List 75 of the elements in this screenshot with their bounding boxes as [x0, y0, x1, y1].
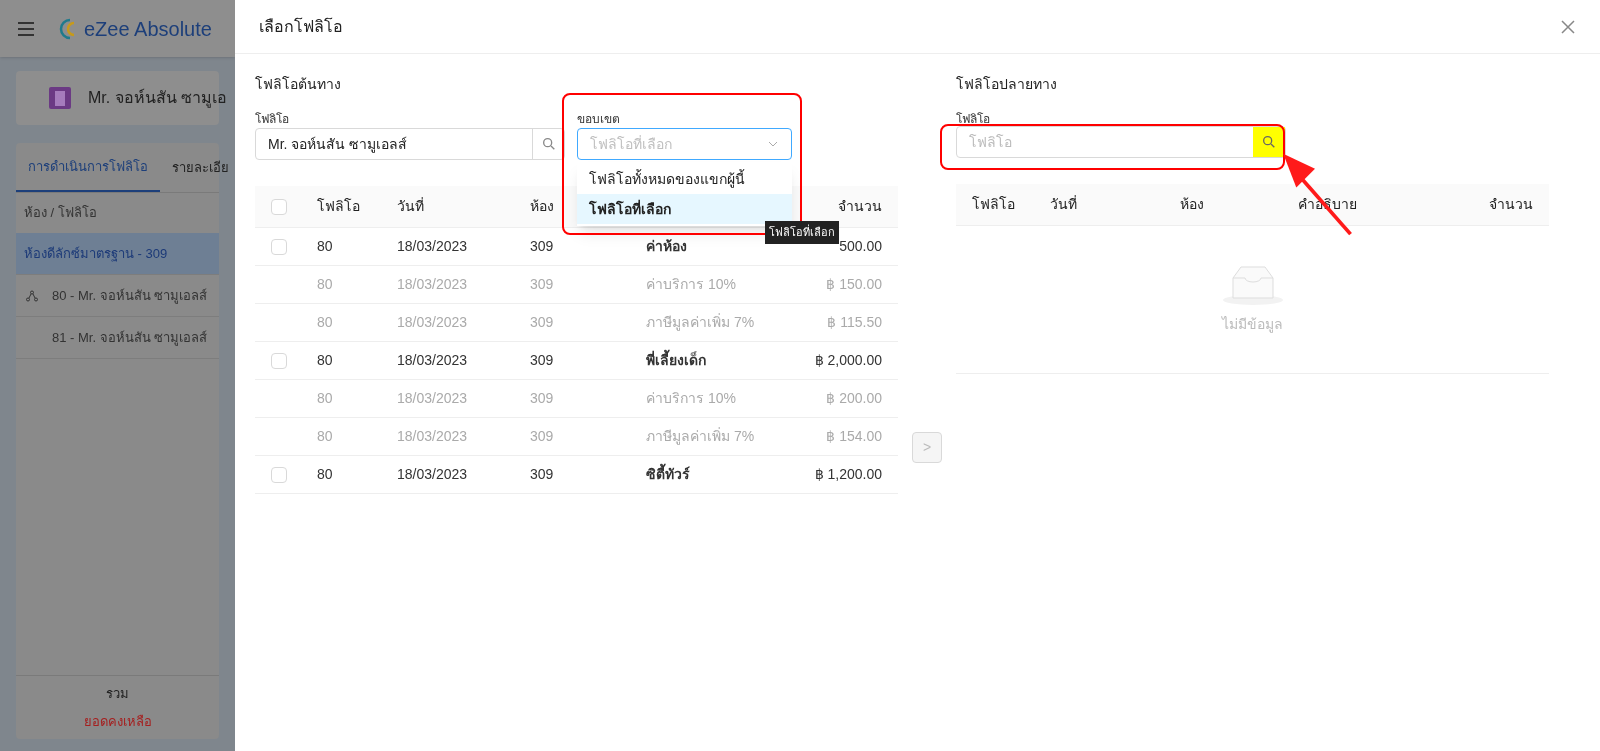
- table-cell-text: 80: [317, 465, 334, 484]
- column-header: โฟลิโอ: [972, 195, 1016, 214]
- table-cell-text: 80: [317, 389, 334, 408]
- building-icon: [48, 86, 72, 110]
- empty-text: ไม่มีข้อมูล: [1222, 315, 1283, 335]
- table-cell-text: 309: [530, 351, 555, 370]
- table-cell-text: 309: [530, 389, 555, 408]
- table-cell-text: 18/03/2023: [397, 351, 469, 370]
- folio-list-item[interactable]: 81 - Mr. จอห์นสัน ซามูเอลส์: [16, 317, 219, 359]
- table-cell-text: 18/03/2023: [397, 389, 469, 408]
- table-cell: ซิตี้ทัวร์: [646, 464, 786, 485]
- table-cell-text: 80: [317, 351, 334, 370]
- section-heading: โฟลิโอปลายทาง: [956, 75, 1058, 94]
- tooltip: โฟลิโอที่เลือก: [765, 221, 839, 244]
- table-cell-text: 18/03/2023: [397, 275, 469, 294]
- table-cell-text: 80: [317, 313, 334, 332]
- field-label: โฟลิโอ: [956, 111, 990, 126]
- folio-search-field[interactable]: โฟลิโอ: [956, 126, 1286, 158]
- dropdown-option[interactable]: โฟลิโอที่เลือก: [577, 194, 792, 224]
- folio-list-item[interactable]: ห้องดีลักซ์มาตรฐาน - 309: [16, 233, 219, 275]
- balance-label: ยอดคงเหลือ: [83, 712, 152, 731]
- total-label: รวม: [106, 685, 129, 703]
- table-cell-text: 500.00: [839, 237, 883, 256]
- field-label: ขอบเขต: [577, 111, 621, 128]
- checkbox[interactable]: [271, 198, 287, 215]
- table-cell-text: 18/03/2023: [397, 237, 469, 256]
- app-name: eZee Absolute: [84, 16, 212, 42]
- field-label: โฟลิโอ: [255, 111, 290, 128]
- table-cell-text: 18/03/2023: [397, 313, 469, 332]
- table-cell-text: ฿ 150.00: [826, 275, 883, 294]
- table-cell-text: 309: [530, 313, 555, 332]
- table-cell-text: 309: [530, 237, 555, 256]
- column-header: ห้อง: [530, 198, 554, 214]
- table-cell-text: ค่าบริการ 10%: [646, 275, 737, 294]
- table-cell-text: ฿ 200.00: [826, 389, 883, 408]
- column-header: ห้อง: [1180, 195, 1205, 214]
- table-cell-text: ฿ 154.00: [826, 427, 883, 446]
- checkbox[interactable]: [271, 238, 287, 255]
- search-button[interactable]: [1253, 127, 1285, 157]
- table-cell-text: ภาษีมูลค่าเพิ่ม 7%: [646, 426, 756, 447]
- checkbox[interactable]: [271, 466, 287, 483]
- column-header: จำนวน: [1489, 195, 1533, 214]
- tab[interactable]: รายละเอีย: [160, 143, 235, 192]
- folio-search-field[interactable]: Mr. จอห์นสัน ซามูเอลส์: [255, 128, 565, 160]
- column-header: จำนวน: [838, 197, 883, 216]
- table-cell-text: ฿ 2,000.00: [814, 351, 883, 370]
- column-header: วันที่: [397, 196, 425, 216]
- dropdown-option[interactable]: โฟลิโอทั้งหมดของแขกผู้นี้: [577, 164, 792, 194]
- table-cell-text: 80: [317, 427, 334, 446]
- checkbox[interactable]: [271, 352, 287, 369]
- table-cell-text: 309: [530, 275, 555, 294]
- table-cell-text: ภาษีมูลค่าเพิ่ม 7%: [646, 312, 756, 333]
- guest-title: Mr. จอห์นสัน ซามูเอ: [88, 87, 228, 110]
- column-header: โฟลิโอ: [317, 197, 361, 216]
- search-icon: [1261, 134, 1277, 150]
- table-cell-text: 309: [530, 465, 555, 484]
- table-cell-text: 80: [317, 237, 334, 256]
- list-header: ห้อง / โฟลิโอ: [23, 204, 98, 223]
- section-heading: โฟลิโอต้นทาง: [255, 75, 342, 94]
- table-cell-text: ฿ 115.50: [827, 313, 883, 332]
- table-cell-text: 309: [530, 427, 555, 446]
- table-cell-text: ค่าบริการ 10%: [646, 389, 737, 408]
- tab[interactable]: การดำเนินการโฟลิโอ: [16, 143, 160, 192]
- search-icon: [540, 136, 557, 152]
- close-icon[interactable]: [1560, 18, 1576, 35]
- table-cell-text: 80: [317, 275, 334, 294]
- column-header: วันที่: [1050, 194, 1078, 214]
- folio-list-item[interactable]: 80 - Mr. จอห์นสัน ซามูเอลส์: [16, 275, 219, 317]
- table-cell-text: ฿ 1,200.00: [814, 465, 883, 484]
- empty-inbox-icon: [1220, 264, 1285, 306]
- table-cell-text: 18/03/2023: [397, 465, 469, 484]
- dialog-title: เลือกโฟลิโอ: [259, 16, 343, 37]
- table-cell-text: 18/03/2023: [397, 427, 469, 446]
- table-cell-text: ค่าห้อง: [646, 237, 688, 256]
- table-cell: พี่เลี้ยงเด็ก: [646, 350, 786, 371]
